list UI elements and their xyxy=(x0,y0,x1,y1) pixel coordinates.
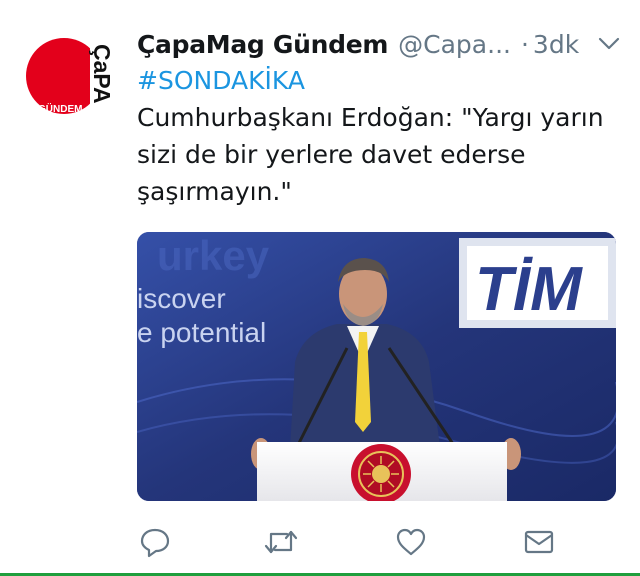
timestamp[interactable]: 3dk xyxy=(533,30,579,59)
tweet-header: ÇapaMag Gündem @Capa... · 3dk xyxy=(137,24,620,64)
tweet-card[interactable]: ÇaPA GÜNDEM ÇapaMag Gündem @Capa... · 3d… xyxy=(0,0,640,576)
backdrop-logo-text: TİM xyxy=(475,255,583,324)
display-name[interactable]: ÇapaMag Gündem xyxy=(137,30,388,59)
svg-text:GÜNDEM: GÜNDEM xyxy=(38,102,82,115)
like-icon[interactable] xyxy=(393,524,429,560)
hashtag-link[interactable]: #SONDAKİKA xyxy=(137,62,622,99)
tweet-media-image[interactable]: urkey iscover e potential TİM xyxy=(137,232,616,501)
user-handle[interactable]: @Capa... xyxy=(398,30,511,59)
reply-icon[interactable] xyxy=(137,524,173,560)
backdrop-text-2: e potential xyxy=(137,317,266,348)
tweet-text: #SONDAKİKA Cumhurbaşkanı Erdoğan: "Yargı… xyxy=(137,62,622,210)
chevron-down-icon[interactable] xyxy=(598,36,620,52)
tweet-message: Cumhurbaşkanı Erdoğan: "Yargı yarın sizi… xyxy=(137,103,604,206)
svg-text:ÇaPA: ÇaPA xyxy=(89,44,112,104)
capa-logo-icon: ÇaPA GÜNDEM xyxy=(26,38,115,124)
avatar[interactable]: ÇaPA GÜNDEM xyxy=(24,30,115,124)
separator-dot: · xyxy=(520,29,529,59)
backdrop-text-1: iscover xyxy=(137,283,226,314)
retweet-icon[interactable] xyxy=(263,524,299,560)
message-icon[interactable] xyxy=(521,524,557,560)
tweet-actions xyxy=(137,524,567,564)
backdrop-text-top: urkey xyxy=(157,232,270,279)
